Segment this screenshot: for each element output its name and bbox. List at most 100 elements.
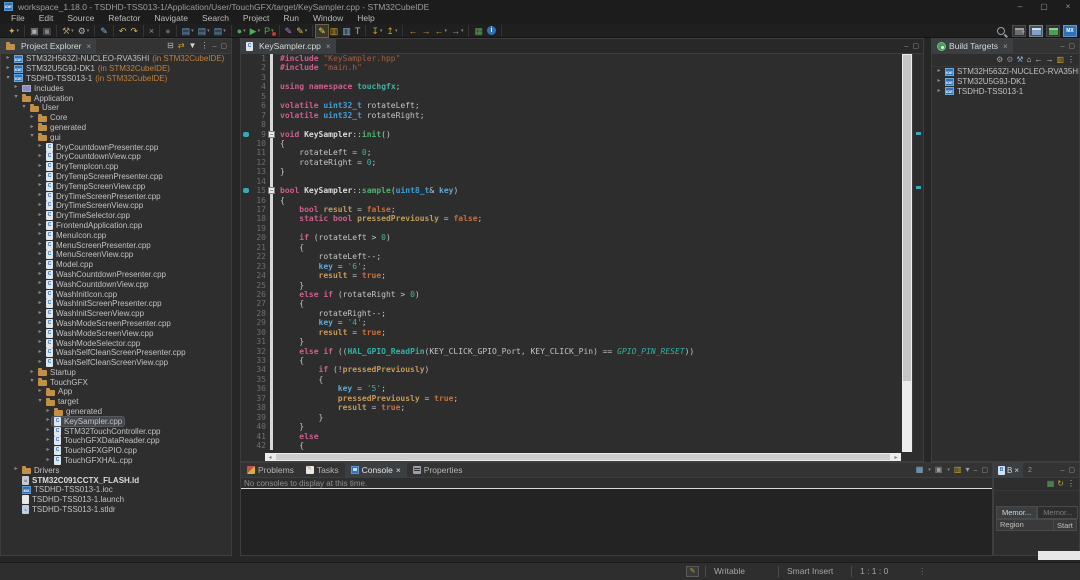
expand-chevron-icon[interactable]: ▸ bbox=[44, 407, 52, 417]
expand-chevron-icon[interactable]: ▸ bbox=[4, 54, 12, 64]
back-icon[interactable]: ← bbox=[1034, 54, 1042, 66]
information-button[interactable]: i bbox=[485, 25, 498, 37]
clean-button[interactable]: ● bbox=[163, 25, 172, 37]
tree-item[interactable]: ▸Drivers bbox=[1, 465, 231, 475]
minimize-icon[interactable]: – bbox=[1060, 467, 1064, 474]
menu-navigate[interactable]: Navigate bbox=[147, 13, 195, 24]
expand-chevron-icon[interactable]: ▸ bbox=[36, 309, 44, 319]
tree-item[interactable]: ▸CWashSelfCleanScreenView.cpp bbox=[1, 358, 231, 368]
undo-button[interactable]: ↶ bbox=[117, 25, 129, 37]
expand-chevron-icon[interactable]: ▸ bbox=[28, 368, 36, 378]
tree-item[interactable]: ▸CDryTimeSelector.cpp bbox=[1, 211, 231, 221]
expand-chevron-icon[interactable]: ▾ bbox=[12, 93, 20, 103]
scrollbar-thumb[interactable] bbox=[276, 454, 890, 460]
view-menu-icon[interactable]: ⋮ bbox=[1067, 478, 1075, 490]
tree-item[interactable]: ▸CDryTempIcon.cpp bbox=[1, 162, 231, 172]
hardware-perspective-button[interactable] bbox=[1046, 25, 1060, 37]
tree-item[interactable]: ▾IDETSDHD-TSS013-1(in STM32CubeIDE) bbox=[1, 74, 231, 84]
forward-button[interactable]: →▾ bbox=[449, 25, 466, 37]
link-with-editor-icon[interactable]: ⇄ bbox=[178, 40, 185, 52]
device-configuration-button[interactable]: ✎ bbox=[98, 25, 110, 37]
dropdown-arrow-icon[interactable]: ▾ bbox=[461, 28, 464, 34]
tree-item[interactable]: ▸CKeySampler.cpp bbox=[1, 416, 231, 426]
expand-chevron-icon[interactable]: ▸ bbox=[36, 250, 44, 260]
close-icon[interactable]: × bbox=[1014, 466, 1019, 475]
dropdown-arrow-icon[interactable]: ▾ bbox=[305, 28, 308, 34]
tree-item[interactable]: ▸CFrontendApplication.cpp bbox=[1, 221, 231, 231]
minimize-icon[interactable]: – bbox=[1060, 43, 1064, 50]
project-explorer-tab[interactable]: Project Explorer × bbox=[1, 39, 96, 54]
close-icon[interactable]: × bbox=[396, 465, 401, 475]
expand-chevron-icon[interactable]: ▸ bbox=[36, 328, 44, 338]
close-icon[interactable]: × bbox=[86, 42, 91, 51]
last-edit-location-button[interactable]: ↧▾ bbox=[369, 25, 384, 37]
expand-chevron-icon[interactable]: ▾ bbox=[36, 397, 44, 407]
dropdown-arrow-icon[interactable]: ▾ bbox=[928, 467, 931, 473]
maximize-icon[interactable]: ▢ bbox=[1068, 42, 1075, 50]
save-all-button[interactable]: ▣ bbox=[41, 25, 54, 37]
tree-item[interactable]: ▾target bbox=[1, 397, 231, 407]
pin-editor-button[interactable]: ▥ bbox=[328, 25, 341, 37]
vertical-scrollbar[interactable] bbox=[902, 54, 912, 452]
dropdown-arrow-icon[interactable]: ▾ bbox=[223, 28, 226, 34]
menu-help[interactable]: Help bbox=[350, 13, 381, 24]
expand-chevron-icon[interactable]: ▸ bbox=[36, 142, 44, 152]
new-c-file-button[interactable]: ▤▾ bbox=[180, 25, 196, 37]
menu-refactor[interactable]: Refactor bbox=[101, 13, 147, 24]
cpp-perspective-button[interactable] bbox=[1029, 25, 1043, 37]
build-analyzer-tab[interactable]: B B × bbox=[994, 463, 1023, 478]
previous-edit-button[interactable]: ← bbox=[406, 25, 419, 37]
dropdown-arrow-icon[interactable]: ▾ bbox=[395, 28, 398, 34]
expand-chevron-icon[interactable]: ▸ bbox=[36, 181, 44, 191]
dropdown-arrow-icon[interactable]: ▾ bbox=[17, 28, 20, 34]
expand-chevron-icon[interactable]: ▾ bbox=[28, 377, 36, 387]
fold-collapse-icon[interactable]: − bbox=[268, 131, 275, 138]
expand-chevron-icon[interactable]: ▸ bbox=[36, 338, 44, 348]
scrollbar-corner[interactable] bbox=[1038, 551, 1080, 560]
tree-item[interactable]: ▸CMenuIcon.cpp bbox=[1, 230, 231, 240]
expand-chevron-icon[interactable]: ▸ bbox=[36, 240, 44, 250]
go-into-button[interactable]: ↥▾ bbox=[384, 25, 399, 37]
take-snapshot-icon[interactable]: ▦ bbox=[1047, 478, 1055, 490]
expand-chevron-icon[interactable]: ▸ bbox=[36, 348, 44, 358]
build-target-item[interactable]: ▸IDESTM32U5G9J-DK1 bbox=[932, 77, 1079, 87]
expand-chevron-icon[interactable]: ▸ bbox=[36, 162, 44, 172]
scrollbar-thumb[interactable] bbox=[903, 55, 911, 381]
back-button[interactable]: ←▾ bbox=[432, 25, 449, 37]
minimize-icon[interactable]: – bbox=[973, 467, 977, 474]
tree-item[interactable]: ▸CDryTempScreenView.cpp bbox=[1, 181, 231, 191]
redo-button[interactable]: ↷ bbox=[128, 25, 140, 37]
expand-chevron-icon[interactable]: ▸ bbox=[44, 416, 52, 426]
import-target-icon[interactable]: ⌂ bbox=[1027, 54, 1032, 66]
expand-chevron-icon[interactable]: ▸ bbox=[36, 270, 44, 280]
tree-item[interactable]: ▾Application bbox=[1, 93, 231, 103]
tree-item[interactable]: ▸CTouchGFXHAL.cpp bbox=[1, 456, 231, 466]
mark-occurrences-button[interactable]: ✎ bbox=[316, 25, 328, 37]
tree-item[interactable]: ▸CWashCountdownView.cpp bbox=[1, 279, 231, 289]
close-icon[interactable]: × bbox=[326, 42, 331, 51]
pin-console-icon[interactable]: ▥ bbox=[954, 464, 962, 476]
next-edit-button[interactable]: → bbox=[419, 25, 432, 37]
menu-edit[interactable]: Edit bbox=[32, 13, 61, 24]
tab-console[interactable]: Console× bbox=[345, 463, 407, 478]
expand-chevron-icon[interactable]: ▸ bbox=[935, 67, 943, 77]
coverage-button[interactable]: ✎ bbox=[283, 25, 295, 37]
tree-item[interactable]: ▸CDryCountdownPresenter.cpp bbox=[1, 142, 231, 152]
tree-item[interactable]: ▸IDESTM32H563ZI-NUCLEO-RVA35HI(in STM32C… bbox=[1, 54, 231, 64]
column-start[interactable]: Start bbox=[1054, 521, 1073, 530]
tree-item[interactable]: ▸CWashInitScreenView.cpp bbox=[1, 309, 231, 319]
highlight-button[interactable]: ✎▾ bbox=[294, 25, 309, 37]
tree-item[interactable]: ▸CTouchGFXGPIO.cpp bbox=[1, 446, 231, 456]
expand-chevron-icon[interactable]: ▸ bbox=[36, 299, 44, 309]
scroll-right-icon[interactable]: ▸ bbox=[891, 454, 901, 461]
expand-chevron-icon[interactable]: ▾ bbox=[20, 103, 28, 113]
close-icon[interactable]: × bbox=[1003, 42, 1008, 51]
target-settings-icon[interactable]: ⚙ bbox=[996, 54, 1003, 66]
expand-chevron-icon[interactable]: ▾ bbox=[4, 74, 12, 84]
dropdown-arrow-icon[interactable]: ▾ bbox=[258, 28, 261, 34]
tree-item[interactable]: ▸CMenuScreenPresenter.cpp bbox=[1, 240, 231, 250]
dropdown-arrow-icon[interactable]: ▾ bbox=[207, 28, 210, 34]
tree-item[interactable]: ▸CTouchGFXDataReader.cpp bbox=[1, 436, 231, 446]
menu-window[interactable]: Window bbox=[306, 13, 350, 24]
expand-chevron-icon[interactable]: ▸ bbox=[28, 113, 36, 123]
